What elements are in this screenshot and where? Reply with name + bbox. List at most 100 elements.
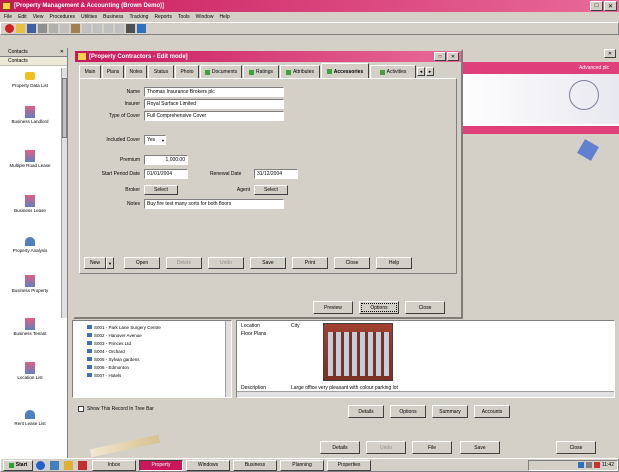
tree-item[interactable]: S004 - Orchard bbox=[87, 347, 231, 355]
tray-network-icon[interactable] bbox=[577, 462, 584, 468]
cut-icon[interactable] bbox=[49, 24, 58, 33]
nav-item-8[interactable]: Rent Lease List bbox=[0, 406, 60, 426]
lower-details-button[interactable]: Details bbox=[320, 441, 360, 454]
nav-item-1[interactable]: Business Landlord bbox=[0, 104, 60, 124]
tab-attributes[interactable]: Attributes bbox=[280, 65, 320, 78]
task-planning[interactable]: Planning bbox=[280, 459, 324, 471]
tree-item[interactable]: S002 - Hanover Avenue bbox=[87, 331, 231, 339]
premium-field[interactable]: 1,000.00 bbox=[144, 155, 188, 165]
lower-close-button[interactable]: Close bbox=[556, 441, 596, 454]
save-button[interactable]: Save bbox=[250, 257, 286, 269]
menu-business[interactable]: Business bbox=[103, 14, 123, 20]
find-icon[interactable] bbox=[126, 24, 135, 33]
menu-file[interactable]: File bbox=[4, 14, 12, 20]
show-in-tree-checkbox[interactable]: Show This Record In Tree Bar bbox=[78, 406, 154, 412]
lower-save-button[interactable]: Save bbox=[460, 441, 500, 454]
menu-utilities[interactable]: Utilities bbox=[81, 14, 97, 20]
tab-main[interactable]: Main bbox=[79, 65, 101, 78]
menu-tools[interactable]: Tools bbox=[178, 14, 190, 20]
tab-ratings[interactable]: Ratings bbox=[243, 65, 279, 78]
nav-item-5[interactable]: Business Property bbox=[0, 273, 60, 293]
options-dialog-button[interactable]: Options bbox=[359, 301, 399, 314]
start-date-field[interactable]: 01/01/2004 bbox=[144, 169, 188, 179]
nav-item-7[interactable]: Location List bbox=[0, 360, 60, 380]
task-business[interactable]: Business bbox=[233, 459, 277, 471]
delete-button[interactable]: Delete bbox=[166, 257, 202, 269]
summary-button[interactable]: Summary bbox=[432, 405, 468, 418]
tab-plans[interactable]: Plans bbox=[102, 65, 124, 78]
tree-item[interactable]: S005 - Sylvan gardens bbox=[87, 355, 231, 363]
type-of-cover-field[interactable]: Full Comprehensive Cover bbox=[144, 111, 284, 121]
lower-file-button[interactable]: File bbox=[412, 441, 452, 454]
redo-icon[interactable] bbox=[93, 24, 102, 33]
paste-icon[interactable] bbox=[71, 24, 80, 33]
quicklaunch-ie-icon[interactable] bbox=[36, 460, 45, 470]
dialog-maximize-button[interactable]: □ bbox=[434, 52, 446, 61]
save-icon[interactable] bbox=[27, 24, 36, 33]
start-button[interactable]: Start bbox=[3, 459, 33, 471]
print-button[interactable]: Print bbox=[292, 257, 328, 269]
app-close-button[interactable]: ✕ bbox=[604, 1, 617, 11]
menu-edit[interactable]: Edit bbox=[18, 14, 27, 20]
left-panel-scrollbar[interactable] bbox=[61, 68, 67, 318]
preview-button[interactable]: Preview bbox=[313, 301, 353, 314]
open-button[interactable]: Open bbox=[124, 257, 160, 269]
tab-accessories[interactable]: Accessories bbox=[321, 63, 369, 79]
agent-select-button[interactable]: Select bbox=[254, 185, 288, 195]
print-icon[interactable] bbox=[38, 24, 47, 33]
menu-window[interactable]: Window bbox=[196, 14, 214, 20]
red-circle-icon[interactable] bbox=[5, 24, 14, 33]
nav-item-6[interactable]: Business Tenant bbox=[0, 316, 60, 336]
tab-activities[interactable]: Activities bbox=[370, 65, 416, 78]
left-panel-tab[interactable]: Contacts bbox=[0, 57, 67, 66]
new-dropdown-button[interactable]: ▼ bbox=[106, 257, 114, 269]
quicklaunch-desktop-icon[interactable] bbox=[50, 460, 59, 470]
nav-item-3[interactable]: Business Lease bbox=[0, 193, 60, 213]
tree-item[interactable]: S007 - Hotels bbox=[87, 371, 231, 379]
tab-documents[interactable]: Documents bbox=[200, 65, 242, 78]
close-record-button[interactable]: Close bbox=[334, 257, 370, 269]
menu-procedures[interactable]: Procedures bbox=[49, 14, 75, 20]
nav-item-4[interactable]: Property Analysis bbox=[0, 233, 60, 253]
task-windows[interactable]: Windows bbox=[186, 459, 230, 471]
nav-item-0[interactable]: Property Data List bbox=[0, 68, 60, 88]
nav-item-2[interactable]: Multiple Road Lease bbox=[0, 148, 60, 168]
menu-help[interactable]: Help bbox=[219, 14, 229, 20]
panel-close-icon[interactable]: ✕ bbox=[60, 49, 64, 55]
tree-item[interactable]: S001 - Park Lane Surgery Centre bbox=[87, 323, 231, 331]
dialog-close-button[interactable]: ✕ bbox=[447, 52, 459, 61]
name-field[interactable]: Thomas Insurance Brokers plc bbox=[144, 87, 284, 97]
insurer-field[interactable]: Royal Surface Limited bbox=[144, 99, 284, 109]
close-dialog-button[interactable]: Close bbox=[405, 301, 445, 314]
options-button[interactable]: Options bbox=[390, 405, 426, 418]
tree-item[interactable]: S003 - Princes Ltd bbox=[87, 339, 231, 347]
child-close-button[interactable]: ✕ bbox=[604, 49, 616, 58]
renewal-date-field[interactable]: 31/12/2004 bbox=[254, 169, 298, 179]
menu-view[interactable]: View bbox=[33, 14, 44, 20]
details-button[interactable]: Details bbox=[348, 405, 384, 418]
forward-icon[interactable] bbox=[115, 24, 124, 33]
menu-reports[interactable]: Reports bbox=[154, 14, 172, 20]
tree-item[interactable]: S006 - Edmonton bbox=[87, 363, 231, 371]
tree-icon[interactable] bbox=[137, 24, 146, 33]
open-icon[interactable] bbox=[16, 24, 25, 33]
tab-scroll-left[interactable]: ◂ bbox=[417, 67, 425, 76]
tab-notes[interactable]: Notes bbox=[125, 65, 147, 78]
new-button[interactable]: New bbox=[84, 257, 106, 269]
app-maximize-button[interactable]: □ bbox=[590, 1, 603, 11]
lower-undo-button[interactable]: Undo bbox=[366, 441, 406, 454]
broker-select-button[interactable]: Select bbox=[144, 185, 178, 195]
notes-field[interactable]: Buy fire test many sorts for both floors bbox=[144, 199, 284, 209]
help-button[interactable]: Help bbox=[376, 257, 412, 269]
checkbox-box[interactable] bbox=[78, 406, 84, 412]
back-icon[interactable] bbox=[104, 24, 113, 33]
undo-button[interactable]: Undo bbox=[208, 257, 244, 269]
quicklaunch-outlook-icon[interactable] bbox=[64, 460, 73, 470]
menu-tracking[interactable]: Tracking bbox=[129, 14, 148, 20]
task-properties[interactable]: Properties bbox=[327, 459, 371, 471]
undo-icon[interactable] bbox=[82, 24, 91, 33]
tab-status[interactable]: Status bbox=[148, 65, 174, 78]
tree-scrollbar[interactable] bbox=[225, 321, 231, 397]
tab-scroll-right[interactable]: ▸ bbox=[426, 67, 434, 76]
included-cover-select[interactable]: Yes ▼ bbox=[144, 135, 166, 145]
